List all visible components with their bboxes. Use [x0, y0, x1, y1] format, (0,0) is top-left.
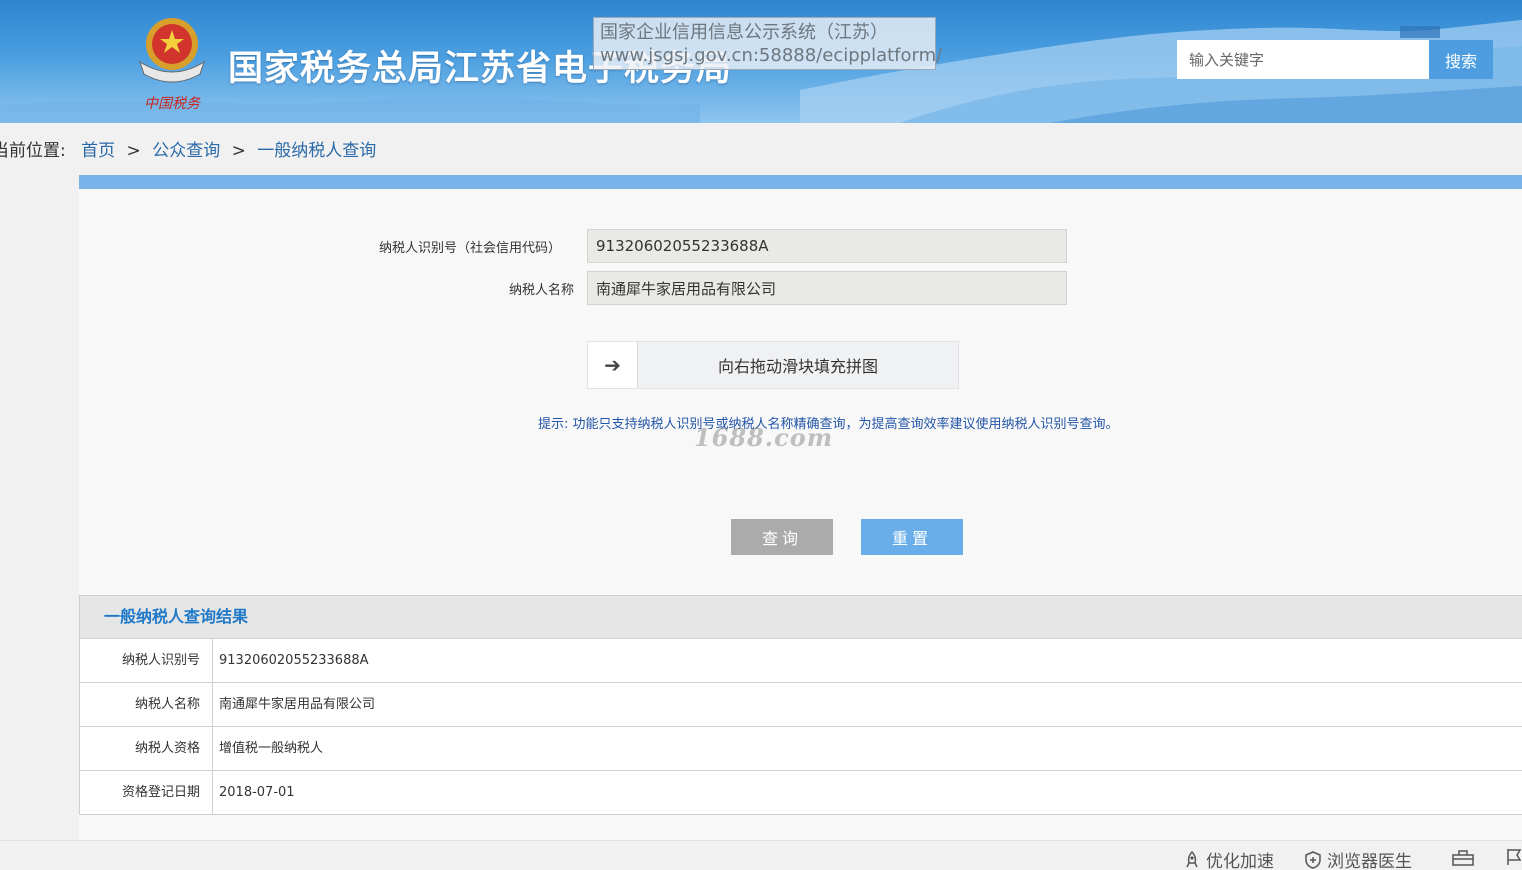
result-label: 资格登记日期	[80, 771, 213, 814]
slider-instruction: 向右拖动滑块填充拼图	[717, 357, 878, 376]
results-title: 一般纳税人查询结果	[79, 596, 1522, 639]
breadcrumb-current-page[interactable]: 一般纳税人查询	[257, 141, 376, 161]
taxpayer-id-label: 纳税人识别号（社会信用代码）	[379, 241, 562, 256]
result-label: 纳税人名称	[80, 683, 213, 726]
breadcrumb-separator: >	[231, 141, 246, 161]
query-panel: 纳税人识别号（社会信用代码） 纳税人名称 ➔ 向右拖动滑块填充拼图 提示: 功能…	[79, 175, 1522, 840]
captcha-slider: ➔ 向右拖动滑块填充拼图	[587, 341, 959, 389]
result-label: 纳税人识别号	[80, 639, 213, 682]
reset-button[interactable]: 重置	[861, 519, 963, 555]
shield-icon	[1305, 850, 1321, 869]
national-emblem-logo: 中国税务	[132, 12, 212, 112]
doctor-label: 浏览器医生	[1327, 852, 1412, 870]
breadcrumb-home-link[interactable]: 首页	[81, 141, 115, 161]
result-value: 2018-07-01	[219, 785, 295, 800]
flag-icon	[1507, 849, 1522, 865]
result-value: 增值税一般纳税人	[219, 741, 324, 756]
table-row: 纳税人资格 增值税一般纳税人	[79, 727, 1522, 771]
tooltip-title: 国家企业信用信息公示系统（江苏）	[600, 22, 888, 43]
browser-doctor-button[interactable]: 浏览器医生	[1303, 847, 1412, 870]
query-button[interactable]: 查询	[731, 519, 833, 555]
optimize-label: 优化加速	[1206, 852, 1274, 870]
breadcrumb: 当前位置: 首页 > 公众查询 > 一般纳税人查询	[0, 138, 376, 164]
tooltip-url: www.jsgsj.gov.cn:58888/ecipplatform/	[600, 45, 943, 66]
site-header: 中国税务 国家税务总局江苏省电子税务局 国家企业信用信息公示系统（江苏） www…	[0, 0, 1522, 123]
panel-top-bar	[79, 175, 1522, 189]
breadcrumb-prefix: 当前位置:	[0, 141, 66, 161]
feedback-button[interactable]	[1505, 847, 1522, 867]
breadcrumb-separator: >	[126, 141, 141, 161]
result-label: 纳税人资格	[80, 727, 213, 770]
table-row: 纳税人识别号 91320602055233688A	[79, 639, 1522, 683]
table-row: 纳税人名称 南通犀牛家居用品有限公司	[79, 683, 1522, 727]
toolbox-icon	[1452, 850, 1474, 866]
url-tooltip: 国家企业信用信息公示系统（江苏） www.jsgsj.gov.cn:58888/…	[593, 17, 943, 70]
rocket-icon	[1186, 850, 1198, 867]
taxpayer-name-label: 纳税人名称	[509, 283, 575, 298]
taxpayer-id-field[interactable]	[587, 229, 1067, 263]
results-section: 一般纳税人查询结果 纳税人识别号 91320602055233688A 纳税人名…	[79, 595, 1522, 815]
taxpayer-name-field[interactable]	[587, 271, 1067, 305]
search-button[interactable]: 搜索	[1429, 40, 1493, 79]
browser-status-bar: 优化加速 浏览器医生	[0, 840, 1522, 870]
watermark-logo: 1688.com	[694, 423, 834, 452]
emblem-caption: 中国税务	[144, 96, 201, 112]
breadcrumb-public-query-link[interactable]: 公众查询	[152, 141, 220, 161]
result-value: 91320602055233688A	[219, 653, 369, 668]
table-row: 资格登记日期 2018-07-01	[79, 771, 1522, 815]
toolbox-button[interactable]	[1451, 847, 1479, 867]
result-value: 南通犀牛家居用品有限公司	[219, 697, 376, 712]
optimize-accelerate-button[interactable]: 优化加速	[1182, 847, 1274, 870]
slider-handle-arrow-icon[interactable]: ➔	[588, 342, 638, 388]
search-input[interactable]	[1177, 40, 1429, 79]
